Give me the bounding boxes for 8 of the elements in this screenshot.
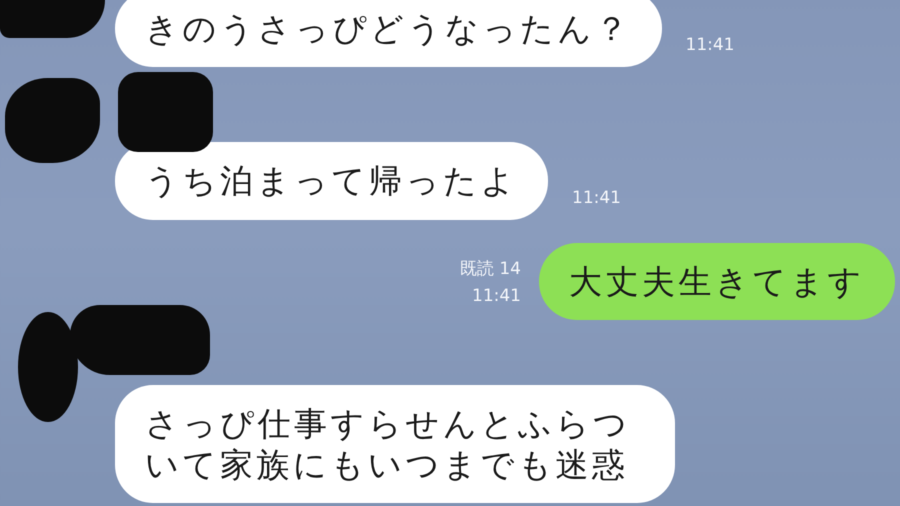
message-bubble: さっぴ仕事すらせんとふらついて家族にもいつまでも迷惑 xyxy=(115,384,675,504)
read-receipt: 既読 14 xyxy=(460,258,521,280)
message-bubble: きのうさっぴどうなったん？ xyxy=(115,0,662,68)
message-time: 11:41 xyxy=(472,286,521,306)
message-time: 11:41 xyxy=(572,188,621,208)
message-bubble: うち泊まって帰ったよ xyxy=(115,142,548,220)
message-time: 11:41 xyxy=(686,35,734,56)
message-bubble: 大丈夫生きてます xyxy=(539,242,895,320)
